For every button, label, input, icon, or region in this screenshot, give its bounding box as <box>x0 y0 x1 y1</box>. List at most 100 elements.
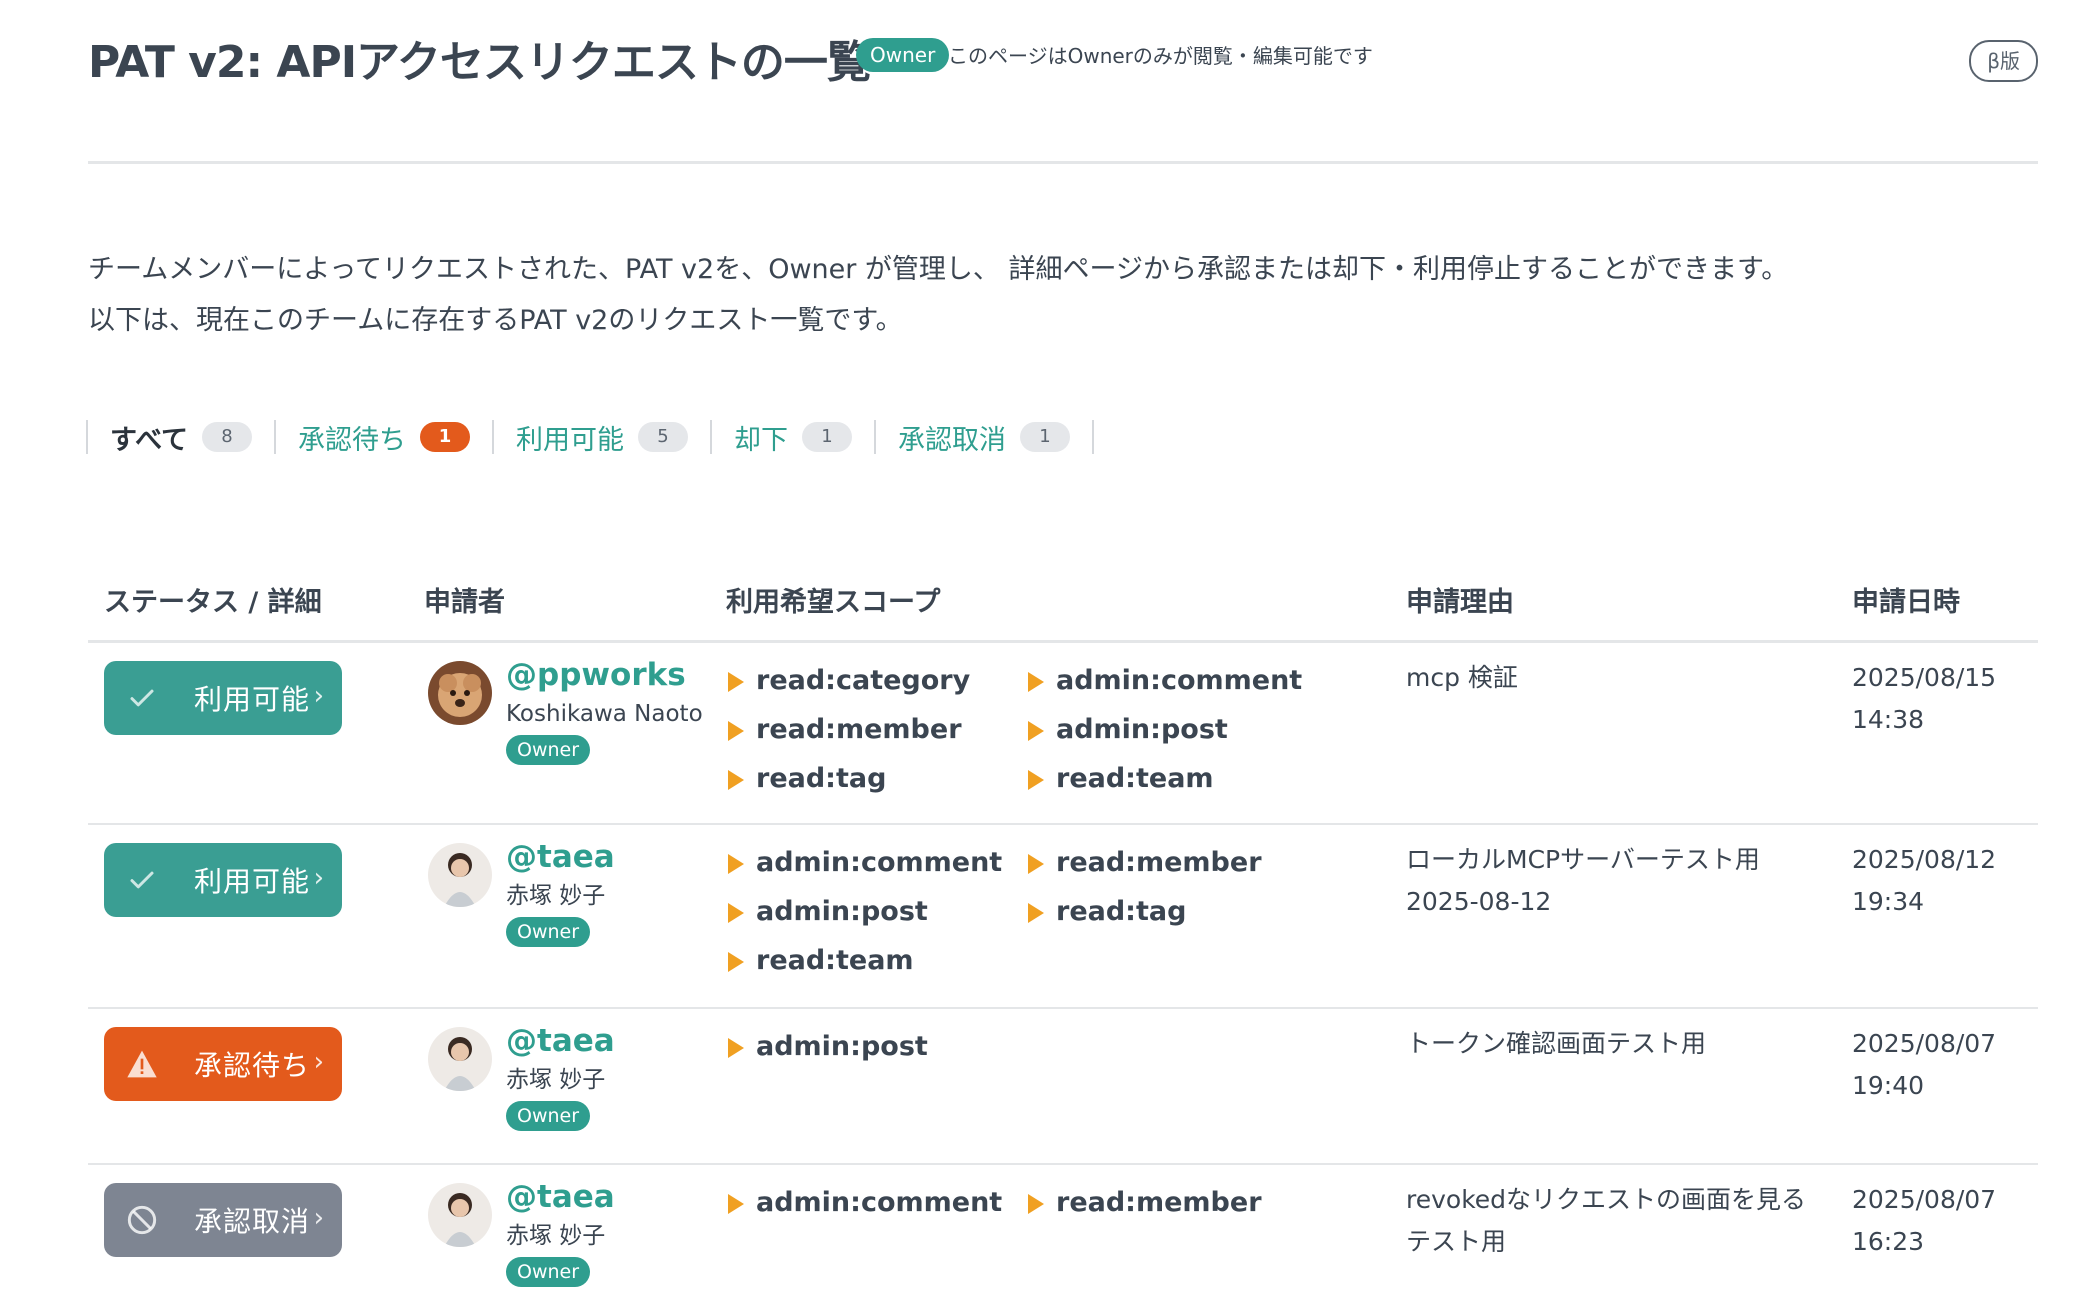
table-row: 利用可能 › @ppworks Koshikawa Naoto Owner re… <box>88 643 2038 825</box>
scope-list: admin:comment read:member <box>728 1181 1348 1224</box>
request-reason: mcp 検証 <box>1406 663 1518 692</box>
triangle-marker-icon <box>1028 721 1044 741</box>
triangle-marker-icon <box>1028 770 1044 790</box>
scope-item: admin:comment <box>728 841 1028 884</box>
applicant-handle-link[interactable]: @taea <box>506 1021 615 1061</box>
tab-all-count: 8 <box>202 422 253 452</box>
intro-text: チームメンバーによってリクエストされた、PAT v2を、Owner が管理し、 … <box>88 244 2048 346</box>
tab-all[interactable]: すべて 8 <box>86 420 274 456</box>
scope-item: admin:comment <box>1028 659 1328 702</box>
triangle-marker-icon <box>728 721 744 741</box>
table-header: ステータス / 詳細 申請者 利用希望スコープ 申請理由 申請日時 <box>88 568 2038 643</box>
header-applicant: 申請者 <box>424 587 505 618</box>
tab-available[interactable]: 利用可能 5 <box>492 420 710 456</box>
table-row: 承認待ち › @taea 赤塚 妙子 Owner admin:post トークン… <box>88 1009 2038 1165</box>
scope-list: read:category admin:comment read:member … <box>728 659 1348 800</box>
triangle-marker-icon <box>728 770 744 790</box>
table-row: 利用可能 › @taea 赤塚 妙子 Owner admin:comment r… <box>88 825 2038 1009</box>
applicant: @taea 赤塚 妙子 Owner <box>506 1177 615 1287</box>
scope-item: admin:comment <box>728 1181 1028 1224</box>
page-header: PAT v2: APIアクセスリクエストの一覧 Owner このページはOwne… <box>88 22 2038 102</box>
triangle-marker-icon <box>728 952 744 972</box>
tab-revoked[interactable]: 承認取消 1 <box>874 420 1095 456</box>
status-filter-tabs: すべて 8 承認待ち 1 利用可能 5 却下 1 承認取消 1 <box>86 416 1095 458</box>
avatar <box>428 1183 492 1247</box>
check-icon <box>124 862 160 898</box>
scope-item: admin:post <box>728 890 1028 933</box>
tab-all-label: すべて <box>110 424 189 456</box>
table-row: 承認取消 › @taea 赤塚 妙子 Owner admin:comment r… <box>88 1165 2038 1315</box>
header-reason: 申請理由 <box>1406 587 1514 618</box>
owner-note: このページはOwnerのみが閲覧・編集可能です <box>948 44 1373 68</box>
tab-pending-count: 1 <box>420 422 471 452</box>
owner-role-badge: Owner <box>506 1101 591 1131</box>
beta-badge: β版 <box>1969 40 2038 82</box>
intro-line-2: 以下は、現在このチームに存在するPAT v2のリクエスト一覧です。 <box>88 305 903 336</box>
check-icon <box>124 680 160 716</box>
request-datetime: 2025/08/07 16:23 <box>1852 1185 1997 1256</box>
status-button-pending[interactable]: 承認待ち › <box>104 1027 342 1101</box>
request-datetime: 2025/08/15 14:38 <box>1852 663 1997 734</box>
tab-available-label: 利用可能 <box>516 424 625 456</box>
request-reason: トークン確認画面テスト用 <box>1406 1029 1707 1058</box>
scope-item: admin:post <box>728 1025 1028 1068</box>
chevron-right-icon: › <box>313 681 324 711</box>
applicant-handle-link[interactable]: @taea <box>506 1177 615 1217</box>
scope-item: read:tag <box>728 757 1028 800</box>
header-divider <box>88 161 2038 164</box>
intro-line-1: チームメンバーによってリクエストされた、PAT v2を、Owner が管理し、 … <box>88 254 1789 285</box>
scope-item: read:category <box>728 659 1028 702</box>
tab-revoked-count: 1 <box>1020 422 1071 452</box>
request-table: ステータス / 詳細 申請者 利用希望スコープ 申請理由 申請日時 利用可能 › <box>88 568 2038 1315</box>
chevron-right-icon: › <box>313 863 324 893</box>
triangle-marker-icon <box>1028 903 1044 923</box>
header-date: 申請日時 <box>1852 587 1960 618</box>
scope-list: admin:post <box>728 1025 1348 1068</box>
triangle-marker-icon <box>728 1194 744 1214</box>
triangle-marker-icon <box>1028 854 1044 874</box>
request-datetime: 2025/08/12 19:34 <box>1852 845 1997 916</box>
tab-rejected-label: 却下 <box>734 424 789 456</box>
triangle-marker-icon <box>1028 1194 1044 1214</box>
tab-revoked-label: 承認取消 <box>898 424 1007 456</box>
tab-pending[interactable]: 承認待ち 1 <box>274 420 492 456</box>
chevron-right-icon: › <box>313 1203 324 1233</box>
prohibited-icon <box>124 1202 160 1238</box>
applicant-handle-link[interactable]: @taea <box>506 837 615 877</box>
scope-item: read:tag <box>1028 890 1328 933</box>
applicant: @taea 赤塚 妙子 Owner <box>506 837 615 947</box>
owner-badge: Owner <box>856 38 950 72</box>
applicant: @ppworks Koshikawa Naoto Owner <box>506 655 703 765</box>
scope-item: read:team <box>728 939 1028 982</box>
applicant-name: 赤塚 妙子 <box>506 1067 606 1093</box>
triangle-marker-icon <box>728 903 744 923</box>
status-label: 利用可能 <box>194 683 311 716</box>
chevron-right-icon: › <box>313 1047 324 1077</box>
status-label: 承認待ち <box>194 1049 311 1082</box>
request-datetime: 2025/08/07 19:40 <box>1852 1029 1997 1100</box>
header-status: ステータス / 詳細 <box>104 587 322 618</box>
triangle-marker-icon <box>728 672 744 692</box>
status-button-available[interactable]: 利用可能 › <box>104 843 342 917</box>
scope-item: read:member <box>1028 1181 1328 1224</box>
scope-item: read:member <box>1028 841 1328 884</box>
page-title: PAT v2: APIアクセスリクエストの一覧 <box>88 37 871 88</box>
scope-item: read:member <box>728 708 1028 751</box>
applicant-handle-link[interactable]: @ppworks <box>506 655 703 695</box>
request-reason: ローカルMCPサーバーテスト用 2025-08-12 <box>1406 845 1760 916</box>
scope-list: admin:comment read:member admin:post rea… <box>728 841 1348 982</box>
status-label: 利用可能 <box>194 865 311 898</box>
triangle-marker-icon <box>728 854 744 874</box>
scope-item: admin:post <box>1028 708 1328 751</box>
status-button-revoked[interactable]: 承認取消 › <box>104 1183 342 1257</box>
applicant-name: 赤塚 妙子 <box>506 1223 606 1249</box>
owner-role-badge: Owner <box>506 917 591 947</box>
applicant-name: Koshikawa Naoto <box>506 701 703 727</box>
tab-rejected[interactable]: 却下 1 <box>710 420 874 456</box>
status-button-available[interactable]: 利用可能 › <box>104 661 342 735</box>
avatar <box>428 1027 492 1091</box>
tab-rejected-count: 1 <box>802 422 853 452</box>
warning-icon <box>124 1046 160 1082</box>
request-reason: revokedなリクエストの画面を見る テスト用 <box>1406 1185 1807 1256</box>
owner-role-badge: Owner <box>506 735 591 765</box>
